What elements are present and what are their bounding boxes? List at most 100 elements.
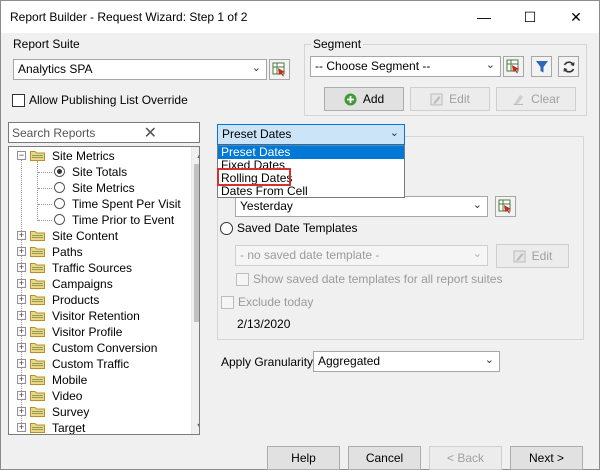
scroll-down-icon[interactable]: ▼ (192, 418, 199, 434)
report-suite-label: Report Suite (11, 37, 82, 51)
tree-item-folder[interactable]: + Custom Conversion (9, 340, 189, 356)
folder-icon (30, 263, 45, 273)
expand-icon[interactable]: + (17, 263, 26, 272)
expand-icon[interactable]: + (17, 375, 26, 384)
tree-item-site-metrics[interactable]: − Site Metrics (9, 148, 189, 164)
tree-item-label: Time Spent Per Visit (72, 197, 181, 211)
tree-item-site-metrics-child[interactable]: Site Metrics (9, 180, 189, 196)
folder-icon (30, 247, 45, 257)
show-saved-templates-label: Show saved date templates for all report… (253, 272, 503, 286)
allow-publishing-checkbox[interactable] (12, 94, 25, 107)
chevron-down-icon: ⌄ (472, 199, 482, 211)
expand-icon[interactable]: + (17, 279, 26, 288)
report-suite-value: Analytics SPA (18, 62, 93, 76)
time-spent-radio[interactable] (54, 198, 65, 209)
segment-clear-button[interactable]: Clear (496, 87, 576, 111)
preset-cell-picker-button[interactable] (495, 196, 516, 217)
filter-icon (535, 60, 548, 72)
date-template-select[interactable]: - no saved date template - ⌄ (235, 245, 488, 266)
tree-item-time-prior[interactable]: Time Prior to Event (9, 212, 189, 228)
expand-icon[interactable]: + (17, 231, 26, 240)
segment-filter-button[interactable] (531, 56, 552, 77)
report-suite-cell-picker-button[interactable] (269, 59, 290, 80)
scroll-thumb[interactable] (194, 164, 199, 322)
date-option-from-cell[interactable]: Dates From Cell (218, 185, 404, 198)
tree-item-label: Time Prior to Event (72, 213, 175, 227)
tree-item-folder[interactable]: + Target (9, 420, 189, 434)
tree-item-label: Campaigns (52, 277, 113, 291)
tree-branch-line (38, 204, 52, 205)
folder-icon (30, 295, 45, 305)
tree-item-time-spent[interactable]: Time Spent Per Visit (9, 196, 189, 212)
tree-item-folder[interactable]: + Visitor Profile (9, 324, 189, 340)
next-button[interactable]: Next > (510, 446, 583, 470)
preset-date-select[interactable]: Yesterday ⌄ (235, 196, 488, 217)
expand-icon[interactable]: + (17, 359, 26, 368)
tree-branch-line (38, 172, 52, 173)
help-button[interactable]: Help (267, 446, 340, 470)
refresh-icon (563, 60, 574, 73)
tree-item-folder[interactable]: + Traffic Sources (9, 260, 189, 276)
show-saved-templates-checkbox[interactable] (236, 273, 249, 286)
expand-icon[interactable]: + (17, 423, 26, 432)
segment-add-button[interactable]: Add (324, 87, 404, 111)
tree-item-folder[interactable]: + Campaigns (9, 276, 189, 292)
minimize-button[interactable]: — (461, 1, 507, 33)
rolling-dates-highlight (217, 168, 291, 186)
edit-icon (430, 93, 443, 106)
tree-scrollbar[interactable]: ▲ ▼ (191, 147, 199, 434)
segment-edit-button[interactable]: Edit (410, 87, 490, 111)
expand-icon[interactable]: + (17, 343, 26, 352)
folder-icon (30, 359, 45, 369)
chevron-down-icon: ⌄ (484, 354, 494, 366)
expand-icon[interactable]: + (17, 391, 26, 400)
segment-edit-label: Edit (449, 92, 470, 106)
granularity-select[interactable]: Aggregated ⌄ (313, 351, 500, 372)
tree-item-folder[interactable]: + Survey (9, 404, 189, 420)
window-title: Report Builder - Request Wizard: Step 1 … (10, 10, 248, 24)
segment-label: Segment (311, 37, 364, 51)
tree-item-label: Survey (52, 405, 90, 419)
expand-icon[interactable]: + (17, 295, 26, 304)
expand-icon[interactable]: + (17, 407, 26, 416)
chevron-down-icon: ⌄ (251, 62, 261, 74)
clear-search-icon[interactable]: ✕ (144, 123, 157, 143)
template-edit-button[interactable]: Edit (496, 244, 569, 268)
time-prior-radio[interactable] (54, 214, 65, 225)
segment-add-label: Add (362, 92, 385, 106)
segment-cell-picker-button[interactable] (503, 56, 524, 77)
cancel-button[interactable]: Cancel (348, 446, 421, 470)
report-suite-select[interactable]: Analytics SPA ⌄ (13, 59, 267, 80)
search-reports-box[interactable]: Search Reports ✕ (8, 122, 200, 143)
expand-icon[interactable]: + (17, 247, 26, 256)
tree-item-folder[interactable]: + Visitor Retention (9, 308, 189, 324)
date-type-select[interactable]: Preset Dates ⌄ (217, 124, 405, 145)
tree-item-folder[interactable]: + Products (9, 292, 189, 308)
maximize-button[interactable]: ☐ (507, 1, 553, 33)
tree-item-folder[interactable]: + Mobile (9, 372, 189, 388)
scroll-up-icon[interactable]: ▲ (192, 147, 199, 163)
tree-item-folder[interactable]: + Paths (9, 244, 189, 260)
site-totals-radio[interactable] (54, 166, 65, 177)
tree-item-folder[interactable]: + Video (9, 388, 189, 404)
back-button[interactable]: < Back (429, 446, 502, 470)
saved-date-templates-radio[interactable] (220, 222, 233, 235)
tree-item-site-totals[interactable]: Site Totals (9, 164, 189, 180)
saved-date-templates-label: Saved Date Templates (237, 221, 358, 235)
folder-icon (30, 311, 45, 321)
tree-item-folder[interactable]: + Site Content (9, 228, 189, 244)
segment-select[interactable]: -- Choose Segment -- ⌄ (310, 56, 501, 77)
close-button[interactable]: ✕ (553, 1, 599, 33)
reports-tree[interactable]: − Site Metrics Site Totals Site Metrics … (8, 146, 200, 435)
expand-icon[interactable]: + (17, 327, 26, 336)
segment-value: -- Choose Segment -- (315, 59, 431, 73)
segment-refresh-button[interactable] (558, 56, 579, 77)
expand-icon[interactable]: + (17, 311, 26, 320)
folder-icon (30, 343, 45, 353)
site-metrics-radio[interactable] (54, 182, 65, 193)
exclude-today-checkbox[interactable] (221, 296, 234, 309)
collapse-icon[interactable]: − (17, 151, 26, 160)
tree-item-label: Custom Conversion (52, 341, 158, 355)
allow-publishing-label: Allow Publishing List Override (29, 93, 188, 107)
tree-item-folder[interactable]: + Custom Traffic (9, 356, 189, 372)
